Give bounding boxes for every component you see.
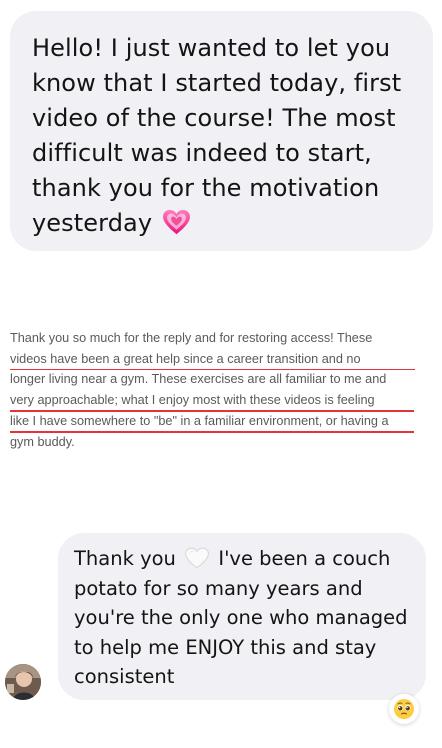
pleading-face-icon bbox=[394, 699, 414, 719]
message-text-bottom: Thank you I've been a couch potato for s… bbox=[74, 544, 416, 692]
growing-heart-icon bbox=[162, 209, 191, 236]
review-line-2-text: videos have been a great help since a ca… bbox=[10, 351, 361, 366]
message-bubble-bottom[interactable]: Thank you I've been a couch potato for s… bbox=[58, 533, 426, 700]
review-line-5-text: like I have somewhere to "be" in a famil… bbox=[10, 413, 389, 428]
review-line-4-text: very approachable; what I enjoy most wit… bbox=[10, 393, 375, 408]
review-line-2: videos have been a great help since a ca… bbox=[10, 349, 438, 371]
review-line-3: longer living near a gym. These exercise… bbox=[10, 372, 387, 387]
message-text-top: Hello! I just wanted to let you know tha… bbox=[32, 31, 411, 241]
white-heart-icon bbox=[184, 547, 210, 569]
message-bottom-text-before: Thank you bbox=[74, 547, 176, 570]
review-line-5: like I have somewhere to "be" in a famil… bbox=[10, 411, 438, 433]
review-line-4: very approachable; what I enjoy most wit… bbox=[10, 390, 438, 412]
reaction-badge[interactable] bbox=[389, 694, 419, 724]
avatar[interactable] bbox=[5, 664, 41, 700]
review-line-1: Thank you so much for the reply and for … bbox=[10, 331, 373, 345]
message-bubble-top[interactable]: Hello! I just wanted to let you know tha… bbox=[10, 11, 433, 251]
review-text-block: Thank you so much for the reply and for … bbox=[10, 328, 438, 452]
message-top-text: Hello! I just wanted to let you know tha… bbox=[32, 34, 402, 237]
review-line-6: gym buddy. bbox=[10, 434, 75, 449]
